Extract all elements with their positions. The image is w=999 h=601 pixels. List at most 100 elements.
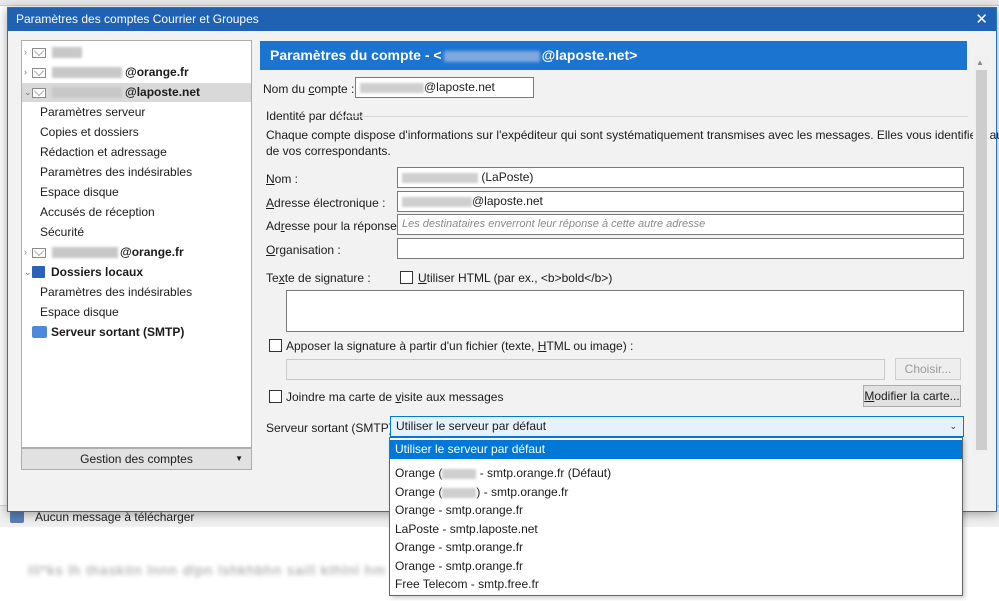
smtp-option[interactable]: Orange - smtp.orange.fr bbox=[390, 557, 962, 576]
smtp-server-select[interactable]: Utiliser le serveur par défaut ⌄ bbox=[390, 416, 964, 437]
mail-icon bbox=[32, 68, 46, 78]
smtp-option[interactable]: Free Telecom - smtp.free.fr bbox=[390, 575, 962, 594]
tree-item-label: Rédaction et adressage bbox=[40, 145, 167, 159]
account-tree: › › @orange.fr ⌄ @laposte.net Paramètres… bbox=[21, 40, 252, 448]
redacted-account-name bbox=[52, 67, 122, 78]
account-name-label: Nom du compte : bbox=[263, 82, 355, 96]
computer-icon bbox=[32, 266, 45, 278]
background-blurred-text: Ill*ks lh thaskitn lnnn dlpn lshkhbhn sa… bbox=[28, 562, 387, 578]
tree-local-folders[interactable]: ⌄ Dossiers locaux bbox=[22, 263, 251, 282]
tree-item-composition[interactable]: Rédaction et adressage bbox=[22, 143, 251, 162]
smtp-option[interactable]: LaPoste - smtp.laposte.net bbox=[390, 520, 962, 539]
organization-label: Organisation : bbox=[266, 243, 341, 257]
smtp-option[interactable]: Orange ( - smtp.orange.fr (Défaut) bbox=[390, 464, 962, 483]
tree-item-label: Paramètres des indésirables bbox=[40, 285, 193, 299]
panel-header: Paramètres du compte - < @laposte.net> bbox=[260, 41, 967, 70]
tree-item-label: Espace disque bbox=[40, 305, 119, 319]
tree-account-2-label: @orange.fr bbox=[125, 65, 189, 79]
redacted-email bbox=[443, 50, 540, 62]
identity-description-line1: Chaque compte dispose d'informations sur… bbox=[266, 128, 999, 142]
choose-file-button[interactable]: Choisir... bbox=[895, 358, 961, 380]
attach-vcard-checkbox[interactable] bbox=[269, 390, 282, 403]
redacted-account-name bbox=[52, 247, 118, 258]
signature-label: Texte de signature : bbox=[266, 271, 371, 285]
tree-item-label: Accusés de réception bbox=[40, 205, 155, 219]
tree-item-copies-folders[interactable]: Copies et dossiers bbox=[22, 123, 251, 142]
smtp-option[interactable]: Orange () - smtp.orange.fr bbox=[390, 483, 962, 502]
email-label: Adresse électronique : bbox=[266, 196, 386, 210]
mail-icon bbox=[32, 48, 46, 58]
edit-card-button[interactable]: Modifier la carte... bbox=[863, 385, 961, 407]
tree-smtp-label: Serveur sortant (SMTP) bbox=[51, 325, 185, 339]
name-value: (LaPoste) bbox=[481, 170, 534, 184]
redacted-text bbox=[360, 82, 424, 93]
panel-header-prefix: Paramètres du compte - < bbox=[270, 47, 442, 63]
tree-item-local-disk[interactable]: Espace disque bbox=[22, 303, 251, 322]
smtp-selected-value: Utiliser le serveur par défaut bbox=[396, 419, 547, 433]
signature-file-input[interactable] bbox=[286, 359, 885, 380]
manage-accounts-button[interactable]: Gestion des comptes ▼ bbox=[21, 448, 252, 470]
scroll-up-icon[interactable]: ▲ bbox=[976, 58, 984, 67]
tree-item-label: Copies et dossiers bbox=[40, 125, 139, 139]
tree-item-label: Paramètres serveur bbox=[40, 105, 146, 119]
redacted-account-name bbox=[52, 87, 122, 98]
tree-local-folders-label: Dossiers locaux bbox=[51, 265, 144, 279]
signature-textarea[interactable] bbox=[286, 290, 964, 332]
background-toolbar bbox=[0, 0, 999, 6]
organization-input[interactable] bbox=[397, 238, 964, 259]
smtp-option[interactable]: Orange - smtp.orange.fr bbox=[390, 538, 962, 557]
status-icon bbox=[10, 511, 24, 523]
use-html-checkbox[interactable] bbox=[400, 271, 413, 284]
panel-scrollbar[interactable]: ▲ bbox=[973, 56, 990, 454]
redacted-text bbox=[442, 468, 477, 479]
manage-accounts-label: Gestion des comptes bbox=[80, 452, 193, 466]
tree-item-receipts[interactable]: Accusés de réception bbox=[22, 203, 251, 222]
tree-account-2[interactable]: › @orange.fr bbox=[22, 63, 251, 82]
tree-account-3[interactable]: ⌄ @laposte.net bbox=[22, 83, 251, 102]
tree-smtp-server[interactable]: Serveur sortant (SMTP) bbox=[22, 323, 251, 342]
status-text: Aucun message à télécharger bbox=[35, 510, 195, 524]
redacted-account-name bbox=[52, 47, 82, 58]
tree-account-1[interactable]: › bbox=[22, 43, 251, 62]
tree-item-server-settings[interactable]: Paramètres serveur bbox=[22, 103, 251, 122]
tree-account-4[interactable]: › @orange.fr bbox=[22, 243, 251, 262]
email-input[interactable]: @laposte.net bbox=[397, 191, 964, 212]
smtp-option[interactable]: Utiliser le serveur par défaut bbox=[390, 440, 962, 459]
name-input[interactable]: (LaPoste) bbox=[397, 167, 964, 188]
account-name-value: @laposte.net bbox=[424, 80, 495, 94]
account-name-input[interactable]: @laposte.net bbox=[355, 77, 534, 98]
scrollbar-thumb[interactable] bbox=[976, 70, 987, 450]
tree-item-local-junk[interactable]: Paramètres des indésirables bbox=[22, 283, 251, 302]
redacted-text bbox=[402, 172, 478, 183]
email-value: @laposte.net bbox=[472, 194, 543, 208]
tree-account-3-label: @laposte.net bbox=[125, 85, 201, 99]
use-html-label: Utiliser HTML (par ex., <b>bold</b>) bbox=[418, 271, 613, 285]
tree-item-junk-settings[interactable]: Paramètres des indésirables bbox=[22, 163, 251, 182]
identity-description-line2: de vos correspondants. bbox=[266, 144, 391, 158]
smtp-select-label: Serveur sortant (SMTP) : bbox=[266, 421, 400, 435]
mail-icon bbox=[32, 248, 46, 258]
smtp-option[interactable]: Orange - smtp.orange.fr bbox=[390, 501, 962, 520]
smtp-dropdown-list: Utiliser le serveur par défaut Orange ( … bbox=[389, 437, 963, 596]
reply-to-input[interactable]: Les destinataires enverront leur réponse… bbox=[397, 214, 964, 235]
dropdown-caret-icon: ▼ bbox=[235, 454, 243, 463]
attach-vcard-label: Joindre ma carte de visite aux messages bbox=[286, 390, 504, 404]
redacted-text bbox=[442, 487, 477, 498]
tree-item-disk-space[interactable]: Espace disque bbox=[22, 183, 251, 202]
tree-item-label: Paramètres des indésirables bbox=[40, 165, 193, 179]
close-icon[interactable]: ✕ bbox=[975, 10, 988, 28]
signature-file-checkbox[interactable] bbox=[269, 339, 282, 352]
dialog-titlebar: Paramètres des comptes Courrier et Group… bbox=[8, 8, 996, 31]
reply-to-label: Adresse pour la réponse : bbox=[266, 219, 404, 233]
tree-item-label: Sécurité bbox=[40, 225, 85, 239]
tree-account-4-label: @orange.fr bbox=[120, 245, 184, 259]
signature-file-label: Apposer la signature à partir d'un fichi… bbox=[286, 339, 634, 353]
redacted-text bbox=[402, 196, 472, 207]
name-label: Nom : bbox=[266, 172, 299, 186]
dialog-title: Paramètres des comptes Courrier et Group… bbox=[16, 12, 259, 26]
group-divider bbox=[338, 116, 968, 117]
mail-icon bbox=[32, 88, 46, 98]
tree-item-security[interactable]: Sécurité bbox=[22, 223, 251, 242]
outgoing-server-icon bbox=[32, 326, 47, 338]
tree-item-label: Espace disque bbox=[40, 185, 119, 199]
